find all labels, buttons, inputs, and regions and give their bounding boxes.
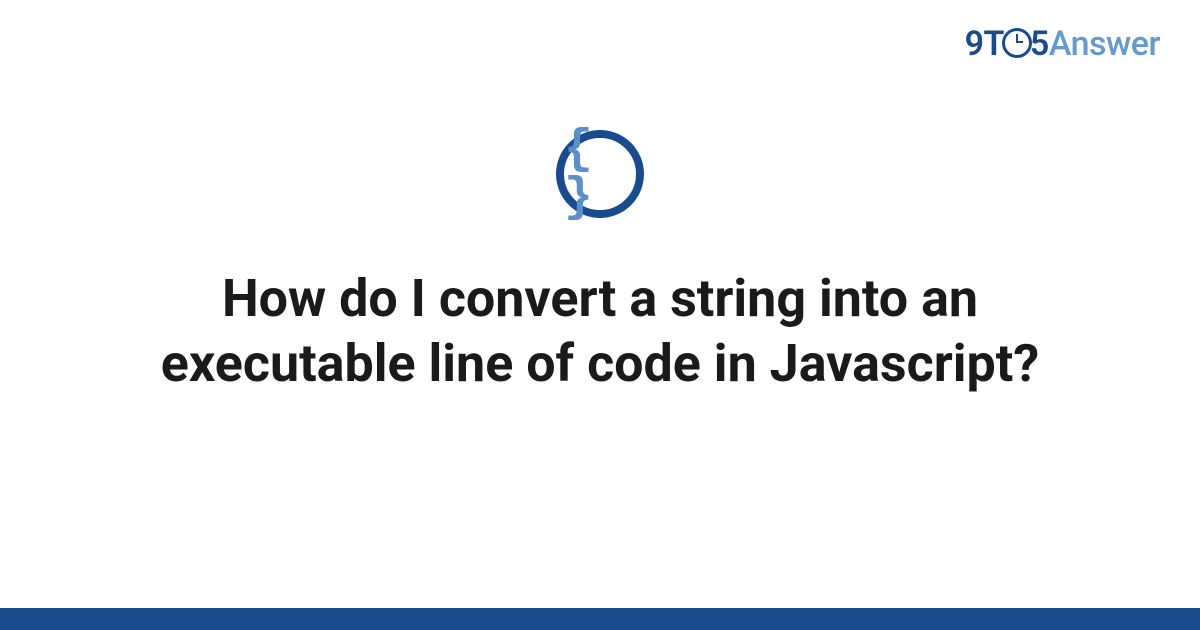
logo-text-answer: Answer [1049,24,1160,64]
clock-hands-icon [1016,34,1018,43]
site-logo: 9T 5Answer [965,24,1160,64]
main-content: { } How do I convert a string into an ex… [0,130,1200,396]
logo-text-5: 5 [1030,24,1049,64]
footer-accent-bar [0,608,1200,630]
code-braces-icon: { } [564,126,636,222]
logo-text-9t: 9T [965,24,1004,64]
clock-icon [1002,28,1032,58]
question-title: How do I convert a string into an execut… [100,266,1100,396]
category-icon-circle: { } [556,130,644,218]
